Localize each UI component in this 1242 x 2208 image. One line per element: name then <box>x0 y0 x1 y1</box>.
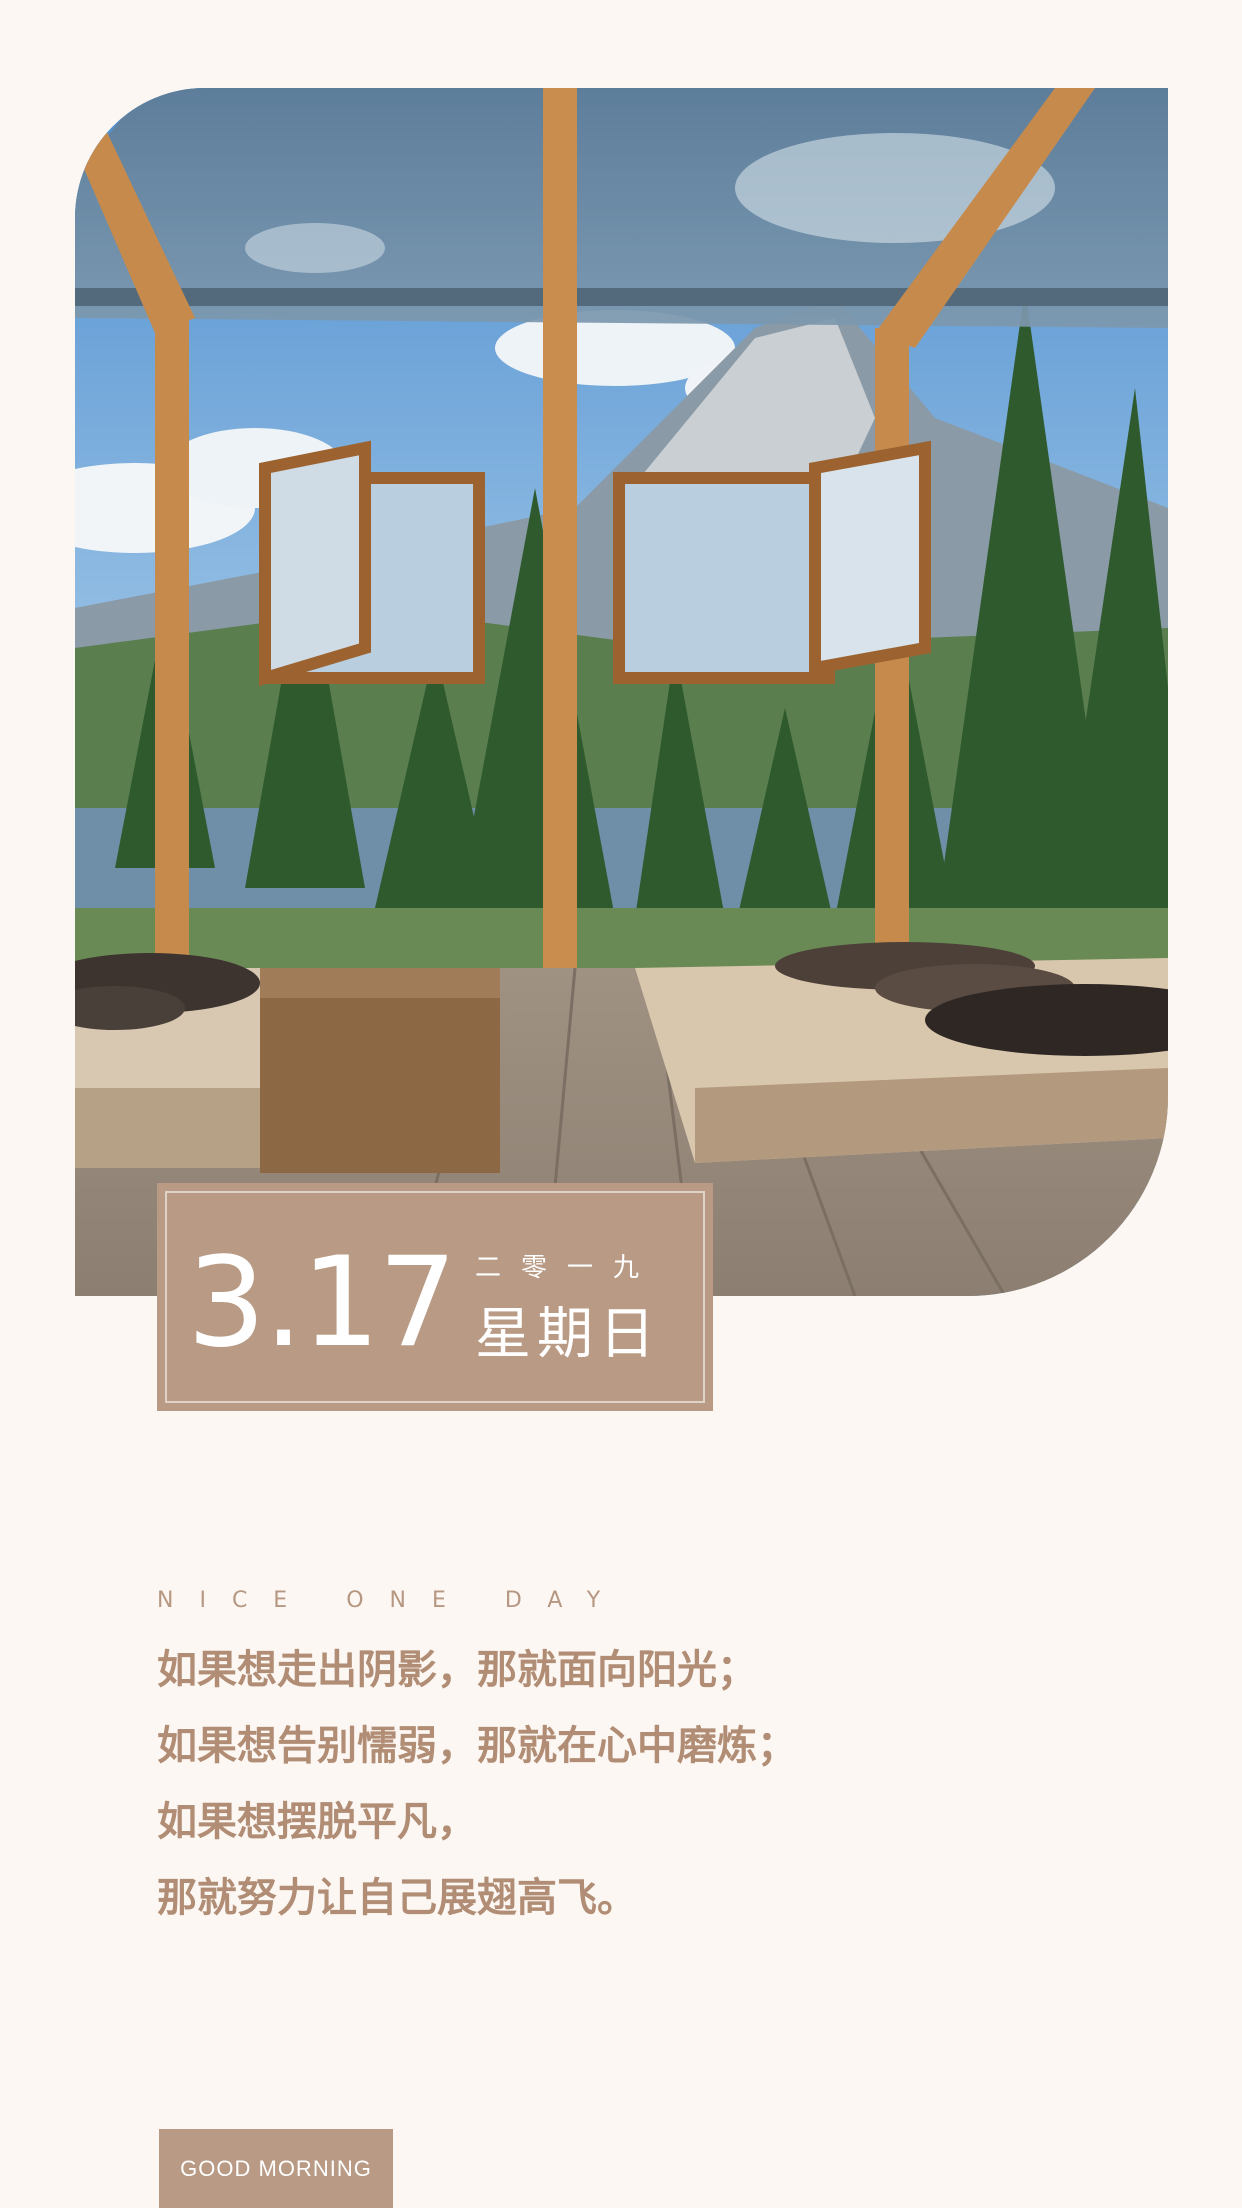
date-number: 3.17 <box>187 1231 457 1375</box>
poem-line: 如果想摆脱平凡， <box>157 1799 477 1845</box>
date-year: 二零一九 <box>475 1253 660 1283</box>
date-weekday: 星期日 <box>475 1302 661 1367</box>
tagline: NICE ONE DAY <box>157 1588 627 1613</box>
good-morning-button[interactable]: GOOD MORNING <box>159 2129 393 2208</box>
poem-line: 那就努力让自己展翅高飞。 <box>157 1875 637 1921</box>
poem-text: 如果想走出阴影，那就面向阳光； 如果想告别懦弱，那就在心中磨炼； 如果想摆脱平凡… <box>157 1632 797 1936</box>
date-card: 3.17 二零一九 星期日 <box>157 1183 713 1411</box>
poem-line: 如果想告别懦弱，那就在心中磨炼； <box>157 1723 797 1769</box>
poem-line: 如果想走出阴影，那就面向阳光； <box>157 1647 757 1693</box>
hero-photo <box>75 88 1168 1296</box>
